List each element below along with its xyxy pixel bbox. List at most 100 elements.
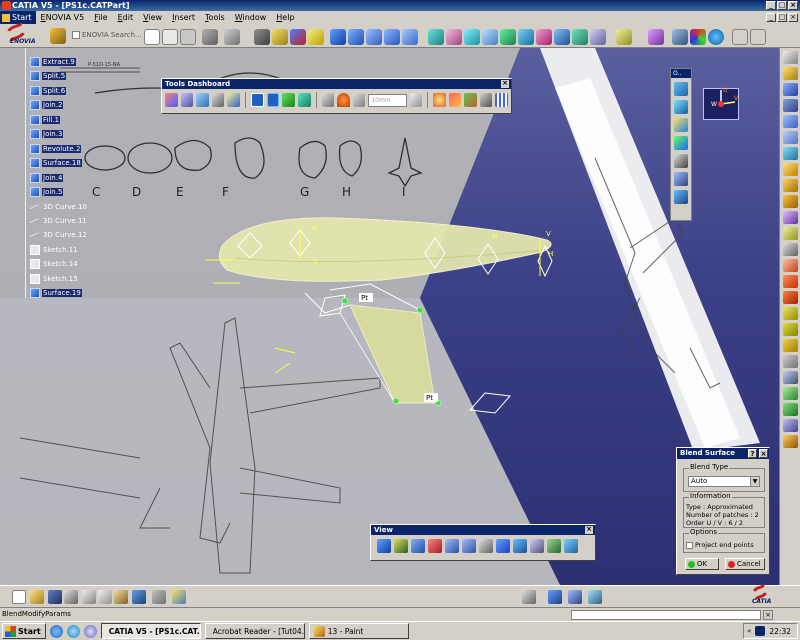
pan-icon[interactable] xyxy=(411,539,425,553)
3d-viewport[interactable]: C D E F G H I P-51D-15-NA H V H V H Pt P… xyxy=(0,48,779,585)
axis-system-icon[interactable] xyxy=(165,93,178,107)
repetition-icon[interactable] xyxy=(782,403,798,416)
whats-this-icon[interactable] xyxy=(172,590,186,604)
new-file-icon[interactable] xyxy=(12,590,26,604)
menu-tools[interactable]: Tools xyxy=(200,11,230,24)
tree-item-3d-curve-12[interactable]: 3D Curve.12 xyxy=(30,229,88,241)
blend-type-select[interactable]: Auto ▼ xyxy=(688,476,760,487)
cut-icon[interactable] xyxy=(82,590,96,604)
compass-move-icon[interactable] xyxy=(674,100,688,114)
sun-icon[interactable] xyxy=(433,93,446,107)
menu-insert[interactable]: Insert xyxy=(167,11,200,24)
tree-item-sketch-11[interactable]: Sketch.11 xyxy=(30,244,79,256)
brush-icon[interactable] xyxy=(464,93,477,107)
compass-toolbar-header[interactable]: O.. xyxy=(671,69,691,78)
knowledge-icon[interactable] xyxy=(308,29,324,45)
formula-icon[interactable] xyxy=(272,29,288,45)
compass-lock-icon[interactable] xyxy=(674,154,688,168)
tree-item-split-5[interactable]: Split.5 xyxy=(30,70,67,82)
sketch-plane-icon[interactable] xyxy=(616,29,632,45)
blend-dialog-title[interactable]: Blend Surface ? × xyxy=(677,448,769,459)
tray-icon[interactable] xyxy=(755,626,766,636)
spin-icon[interactable] xyxy=(409,93,423,107)
rotate-view-icon[interactable] xyxy=(428,539,442,553)
menu-enovia[interactable]: ENOVIA V5 xyxy=(36,11,90,24)
maximize-button[interactable]: □ xyxy=(777,1,787,10)
length-field[interactable]: 10mm xyxy=(368,93,407,107)
task-paint[interactable]: 13 - Paint xyxy=(308,623,409,639)
menu-help[interactable]: Help xyxy=(271,11,299,24)
tree-item-split-6[interactable]: Split.6 xyxy=(30,85,67,97)
swap-visible-space-icon[interactable] xyxy=(547,539,561,553)
command-input[interactable] xyxy=(571,610,761,620)
catalog-icon[interactable] xyxy=(290,29,306,45)
join-icon[interactable] xyxy=(500,29,516,45)
tree-item-fill-1[interactable]: Fill.1 xyxy=(30,114,61,126)
command-close-button[interactable]: × xyxy=(763,610,773,620)
update-icon[interactable] xyxy=(522,590,536,604)
shading-icon[interactable] xyxy=(513,539,527,553)
measure-item-icon[interactable] xyxy=(588,590,602,604)
project-end-points-option[interactable]: Project end points xyxy=(684,534,764,549)
fly-mode-icon[interactable] xyxy=(377,539,391,553)
axis-icon[interactable] xyxy=(366,29,382,45)
ok-button[interactable]: OK xyxy=(685,558,719,570)
tree-item-3d-curve-11[interactable]: 3D Curve.11 xyxy=(30,215,88,227)
analysis-icon[interactable] xyxy=(672,29,688,45)
menu-file[interactable]: File xyxy=(89,11,112,24)
tree-item-join-2[interactable]: Join.2 xyxy=(30,99,64,111)
compass-rotate-icon[interactable] xyxy=(674,82,688,96)
multisection-icon[interactable] xyxy=(464,29,480,45)
menu-start[interactable]: Start xyxy=(0,11,36,24)
select-tool-icon[interactable] xyxy=(224,29,240,45)
close-icon[interactable]: × xyxy=(585,526,593,534)
pencil-icon[interactable] xyxy=(448,93,462,107)
paste-icon[interactable] xyxy=(180,29,196,45)
print-icon[interactable] xyxy=(64,590,78,604)
pattern-icon[interactable] xyxy=(782,387,798,400)
normal-view-icon[interactable] xyxy=(479,539,493,553)
point-tool-icon[interactable] xyxy=(782,83,798,96)
fillet-icon[interactable] xyxy=(782,259,798,272)
compass-edit-icon[interactable] xyxy=(674,172,688,186)
close-icon[interactable]: × xyxy=(501,80,509,88)
affinity-icon[interactable] xyxy=(782,371,798,384)
copy-icon[interactable] xyxy=(162,29,178,45)
view-toolbar-title[interactable]: View × xyxy=(371,525,595,535)
tree-item-join-3[interactable]: Join.3 xyxy=(30,128,64,140)
grid-snap-icon[interactable] xyxy=(282,93,296,107)
tools-dashboard-title[interactable]: Tools Dashboard × xyxy=(162,79,511,89)
extrapolate-icon[interactable] xyxy=(782,243,798,256)
new-icon[interactable] xyxy=(144,29,160,45)
enovia-search-checkbox[interactable] xyxy=(72,31,80,39)
boundary-icon[interactable] xyxy=(782,227,798,240)
chevron-down-icon[interactable]: ▼ xyxy=(750,477,759,486)
internet-explorer-icon[interactable] xyxy=(49,624,63,638)
grid-icon[interactable] xyxy=(180,93,194,107)
tree-item-extract-9[interactable]: Extract.9 xyxy=(30,56,76,68)
connect-curve-icon[interactable] xyxy=(782,211,798,224)
dome-icon[interactable] xyxy=(337,93,350,107)
rotate-icon[interactable] xyxy=(590,29,606,45)
tree-item-surface-18[interactable]: Surface.18 xyxy=(30,157,82,169)
arrow-tool-icon[interactable] xyxy=(479,93,493,107)
blend-icon[interactable] xyxy=(428,29,444,45)
compass-privileged-icon[interactable] xyxy=(674,190,688,204)
menu-window[interactable]: Window xyxy=(230,11,272,24)
layer-icon[interactable] xyxy=(298,93,311,107)
law-icon[interactable] xyxy=(782,419,798,432)
plus-icon[interactable] xyxy=(321,93,335,107)
minimize-button[interactable]: _ xyxy=(766,1,776,10)
redo-icon[interactable] xyxy=(152,590,166,604)
extrude-icon[interactable] xyxy=(348,29,364,45)
sweep-icon[interactable] xyxy=(330,29,346,45)
open-folder-icon[interactable] xyxy=(30,590,44,604)
chamfer-icon[interactable] xyxy=(782,275,798,288)
swap-icon[interactable] xyxy=(548,590,562,604)
hide-show-icon[interactable] xyxy=(530,539,544,553)
fill-icon[interactable] xyxy=(446,29,462,45)
forward-icon[interactable] xyxy=(750,29,766,45)
offset-icon[interactable] xyxy=(482,29,498,45)
circle-icon[interactable] xyxy=(782,179,798,192)
doc-close-button[interactable]: × xyxy=(788,13,798,22)
